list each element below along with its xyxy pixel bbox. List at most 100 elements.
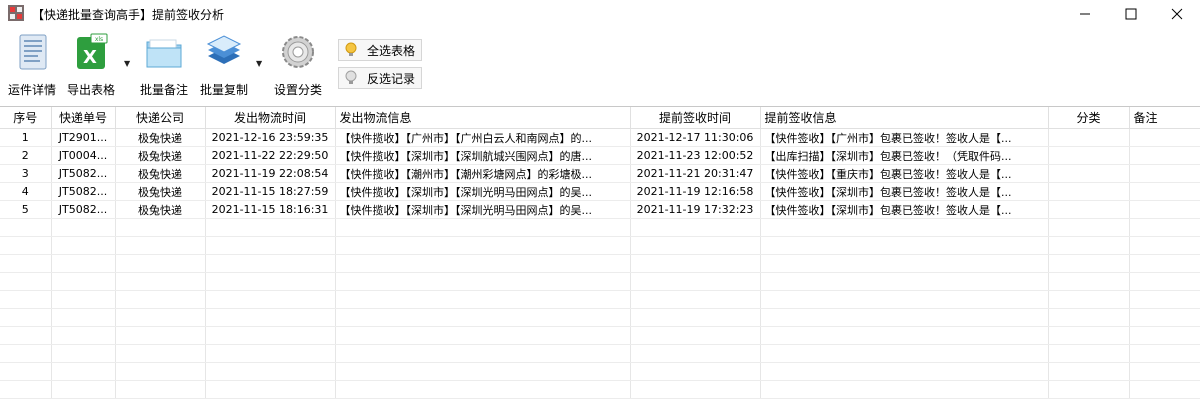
empty-cell <box>1048 308 1130 327</box>
cell-ship-info[interactable]: 【快件揽收】【深圳市】【深圳光明马田网点】的吴... <box>335 200 631 219</box>
invert-selection-button[interactable]: 反选记录 <box>338 67 422 89</box>
column-header-courier[interactable]: 快递公司 <box>115 107 206 129</box>
cell-category[interactable] <box>1048 128 1130 147</box>
cell-tracking-number[interactable]: JT0004... <box>51 146 116 165</box>
cell-ship-time[interactable]: 2021-12-16 23:59:35 <box>205 128 336 147</box>
empty-cell <box>630 308 761 327</box>
empty-cell <box>205 290 336 309</box>
empty-cell <box>0 272 52 291</box>
cell-category[interactable] <box>1048 182 1130 201</box>
shipment-detail-button[interactable]: 运件详情 <box>6 32 58 98</box>
column-header-ship-time[interactable]: 发出物流时间 <box>205 107 336 129</box>
toolbar: 运件详情 xls X 导出表格 ▼ 批量备注 批量复制 ▼ 设置分类 全选表格 … <box>0 28 1200 100</box>
empty-cell <box>1129 362 1200 381</box>
batch-remark-label: 批量备注 <box>139 83 188 97</box>
column-header-ship-info[interactable]: 发出物流信息 <box>335 107 631 129</box>
cell-remark[interactable] <box>1129 128 1200 147</box>
cell-remark[interactable] <box>1129 146 1200 165</box>
cell-category[interactable] <box>1048 146 1130 165</box>
empty-cell <box>1129 326 1200 345</box>
minimize-button[interactable] <box>1062 0 1108 28</box>
export-table-button[interactable]: xls X 导出表格 <box>64 32 118 98</box>
cell-early-sign-info[interactable]: 【快件签收】【深圳市】包裹已签收！签收人是【... <box>760 200 1049 219</box>
cell-courier[interactable]: 极兔快递 <box>115 128 206 147</box>
cell-index[interactable]: 3 <box>0 164 52 183</box>
table-row[interactable]: 3 JT5082... 极兔快递 2021-11-19 22:08:54 【快件揽收】【… <box>0 164 1200 183</box>
results-table: 序号 快递单号 快递公司 发出物流时间 发出物流信息 提前签收时间 提前签收信息… <box>0 106 1200 402</box>
empty-cell <box>335 308 631 327</box>
empty-cell <box>0 236 52 255</box>
empty-cell <box>630 362 761 381</box>
cell-index[interactable]: 2 <box>0 146 52 165</box>
table-row[interactable]: 2 JT0004... 极兔快递 2021-11-22 22:29:50 【快件揽收】【… <box>0 146 1200 165</box>
empty-cell <box>51 326 116 345</box>
empty-cell <box>1129 254 1200 273</box>
cell-courier[interactable]: 极兔快递 <box>115 200 206 219</box>
set-category-button[interactable]: 设置分类 <box>272 32 324 98</box>
cell-tracking-number[interactable]: JT2901... <box>51 128 116 147</box>
empty-cell <box>1048 272 1130 291</box>
batch-remark-button[interactable]: 批量备注 <box>138 32 190 98</box>
batch-copy-label: 批量复制 <box>199 83 248 97</box>
empty-cell <box>205 380 336 399</box>
column-header-tracking-number[interactable]: 快递单号 <box>51 107 116 129</box>
cell-remark[interactable] <box>1129 200 1200 219</box>
select-all-label: 全选表格 <box>367 43 416 58</box>
cell-courier[interactable]: 极兔快递 <box>115 164 206 183</box>
cell-early-sign-time[interactable]: 2021-11-19 12:16:58 <box>630 182 761 201</box>
maximize-button[interactable] <box>1108 0 1154 28</box>
select-all-button[interactable]: 全选表格 <box>338 39 422 61</box>
cell-ship-time[interactable]: 2021-11-15 18:16:31 <box>205 200 336 219</box>
empty-cell <box>1048 326 1130 345</box>
cell-remark[interactable] <box>1129 182 1200 201</box>
cell-early-sign-time[interactable]: 2021-11-19 17:32:23 <box>630 200 761 219</box>
table-row[interactable]: 1 JT2901... 极兔快递 2021-12-16 23:59:35 【快件揽收】【… <box>0 128 1200 147</box>
empty-cell <box>630 254 761 273</box>
cell-index[interactable]: 1 <box>0 128 52 147</box>
cell-category[interactable] <box>1048 200 1130 219</box>
export-dropdown-icon[interactable]: ▼ <box>124 59 130 68</box>
cell-early-sign-time[interactable]: 2021-12-17 11:30:06 <box>630 128 761 147</box>
cell-ship-info[interactable]: 【快件揽收】【深圳市】【深圳光明马田网点】的吴... <box>335 182 631 201</box>
cell-early-sign-time[interactable]: 2021-11-21 20:31:47 <box>630 164 761 183</box>
cell-ship-info[interactable]: 【快件揽收】【潮州市】【潮州彩塘网点】的彩塘极... <box>335 164 631 183</box>
cell-remark[interactable] <box>1129 164 1200 183</box>
empty-cell <box>205 236 336 255</box>
table-header-row: 序号 快递单号 快递公司 发出物流时间 发出物流信息 提前签收时间 提前签收信息… <box>0 107 1200 129</box>
cell-tracking-number[interactable]: JT5082... <box>51 200 116 219</box>
close-button[interactable] <box>1154 0 1200 28</box>
empty-row <box>0 236 1200 255</box>
cell-early-sign-info[interactable]: 【快件签收】【广州市】包裹已签收！签收人是【... <box>760 128 1049 147</box>
cell-courier[interactable]: 极兔快递 <box>115 146 206 165</box>
column-header-early-sign-time[interactable]: 提前签收时间 <box>630 107 761 129</box>
cell-ship-time[interactable]: 2021-11-22 22:29:50 <box>205 146 336 165</box>
cell-ship-info[interactable]: 【快件揽收】【深圳市】【深圳航城兴围网点】的唐... <box>335 146 631 165</box>
column-header-category[interactable]: 分类 <box>1048 107 1130 129</box>
empty-cell <box>760 236 1049 255</box>
copy-dropdown-icon[interactable]: ▼ <box>256 59 262 68</box>
empty-cell <box>1048 254 1130 273</box>
column-header-remark[interactable]: 备注 <box>1129 107 1200 129</box>
cell-early-sign-info[interactable]: 【快件签收】【深圳市】包裹已签收！签收人是【... <box>760 182 1049 201</box>
cell-tracking-number[interactable]: JT5082... <box>51 164 116 183</box>
cell-ship-time[interactable]: 2021-11-15 18:27:59 <box>205 182 336 201</box>
cell-early-sign-info[interactable]: 【出库扫描】【深圳市】包裹已签收！（凭取件码... <box>760 146 1049 165</box>
cell-index[interactable]: 4 <box>0 182 52 201</box>
cell-index[interactable]: 5 <box>0 200 52 219</box>
cell-ship-info[interactable]: 【快件揽收】【广州市】【广州白云人和南网点】的... <box>335 128 631 147</box>
title-bar: 【快递批量查询高手】提前签收分析 <box>0 0 1200 28</box>
table-row[interactable]: 4 JT5082... 极兔快递 2021-11-15 18:27:59 【快件揽收】【… <box>0 182 1200 201</box>
cell-ship-time[interactable]: 2021-11-19 22:08:54 <box>205 164 336 183</box>
gear-icon <box>282 36 314 68</box>
column-header-index[interactable]: 序号 <box>0 107 52 129</box>
cell-category[interactable] <box>1048 164 1130 183</box>
empty-cell <box>0 326 52 345</box>
cell-early-sign-info[interactable]: 【快件签收】【重庆市】包裹已签收！签收人是【... <box>760 164 1049 183</box>
table-row[interactable]: 5 JT5082... 极兔快递 2021-11-15 18:16:31 【快件揽收】【… <box>0 200 1200 219</box>
cell-courier[interactable]: 极兔快递 <box>115 182 206 201</box>
lightbulb-off-icon <box>345 70 357 84</box>
cell-tracking-number[interactable]: JT5082... <box>51 182 116 201</box>
cell-early-sign-time[interactable]: 2021-11-23 12:00:52 <box>630 146 761 165</box>
batch-copy-button[interactable]: 批量复制 <box>198 32 250 98</box>
column-header-early-sign-info[interactable]: 提前签收信息 <box>760 107 1049 129</box>
